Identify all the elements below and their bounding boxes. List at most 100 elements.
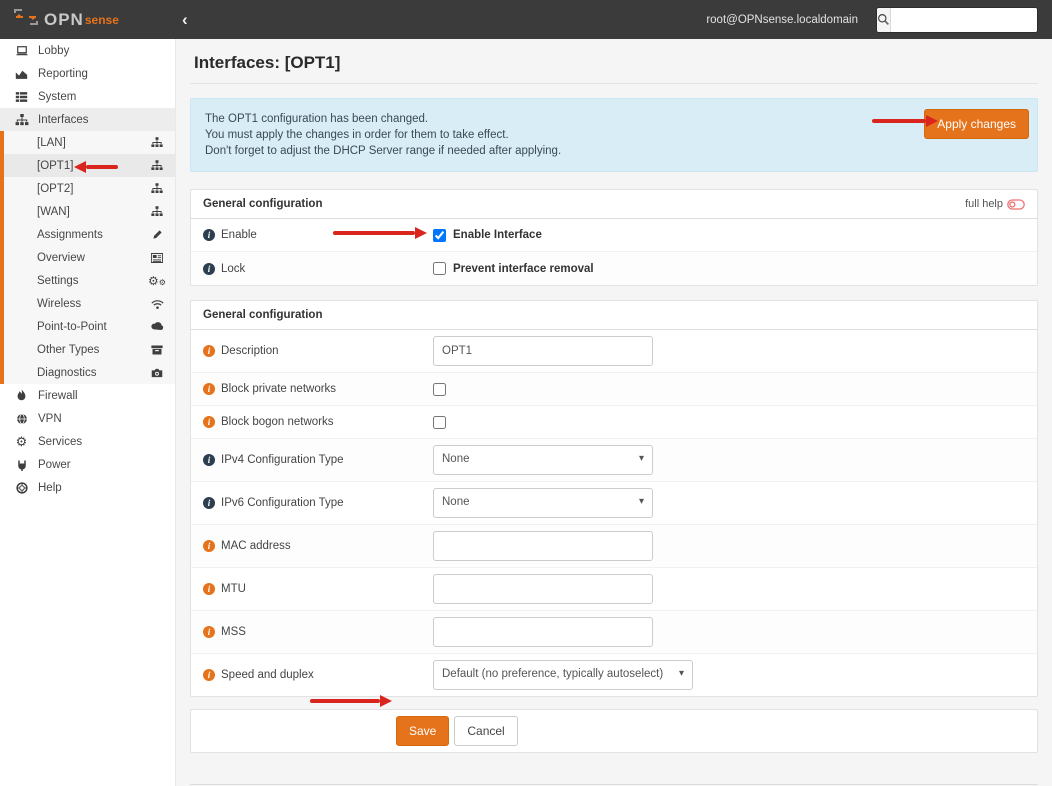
global-search [876, 7, 1038, 33]
globe-icon [14, 413, 29, 425]
info-icon[interactable] [203, 540, 215, 552]
section-title: General configuration [203, 198, 965, 210]
info-icon[interactable] [203, 626, 215, 638]
save-button[interactable]: Save [396, 716, 449, 746]
sidebar-item-vpn[interactable]: VPN [0, 407, 175, 430]
sidebar-item-assignments[interactable]: Assignments [4, 223, 175, 246]
info-icon[interactable] [203, 583, 215, 595]
sub-item-label: [LAN] [37, 137, 150, 149]
prevent-removal-checkbox[interactable] [433, 262, 446, 275]
sub-item-label: Point-to-Point [37, 321, 150, 333]
info-icon[interactable] [203, 345, 215, 357]
laptop-icon [14, 45, 29, 57]
apply-changes-button[interactable]: Apply changes [924, 109, 1029, 139]
mac-address-input[interactable] [433, 531, 653, 561]
field-label: Lock [203, 263, 433, 275]
speed-duplex-select[interactable]: Default (no preference, typically autose… [433, 660, 693, 690]
sidebar-item-power[interactable]: Power [0, 453, 175, 476]
info-icon[interactable] [203, 229, 215, 241]
opnsense-interface-page: { "colors": { "accent_orange": "#e5731c"… [0, 0, 1052, 786]
sidebar-item-lan[interactable]: [LAN] [4, 131, 175, 154]
field-label: Block private networks [203, 383, 433, 395]
sidebar-item-opt2[interactable]: [OPT2] [4, 177, 175, 200]
sub-item-label: [WAN] [37, 206, 150, 218]
sidebar-item-label: Help [38, 482, 62, 494]
mtu-input[interactable] [433, 574, 653, 604]
sidebar-item-interfaces[interactable]: Interfaces [0, 108, 175, 131]
enable-interface-checkbox[interactable] [433, 229, 446, 242]
form-row-block-bogon: Block bogon networks [191, 406, 1037, 439]
checkbox-label: Enable Interface [453, 229, 542, 241]
info-icon[interactable] [203, 669, 215, 681]
sidebar-item-reporting[interactable]: Reporting [0, 62, 175, 85]
opnsense-logo[interactable]: OPNsense [0, 8, 176, 31]
sub-item-label: Settings [37, 275, 150, 287]
sidebar-item-opt1[interactable]: [OPT1] [4, 154, 175, 177]
info-icon[interactable] [203, 454, 215, 466]
form-row-mac: MAC address [191, 525, 1037, 568]
main-content: Interfaces: [OPT1] The OPT1 configuratio… [176, 39, 1052, 786]
general-configuration-section-2: General configuration Description Block … [190, 300, 1038, 697]
sidebar-item-settings[interactable]: Settings ⚙⚙ [4, 269, 175, 292]
form-row-mss: MSS [191, 611, 1037, 654]
ipv4-type-select[interactable]: None [433, 445, 653, 475]
info-icon[interactable] [203, 416, 215, 428]
sidebar-item-system[interactable]: System [0, 85, 175, 108]
form-row-speed-duplex: Speed and duplex Default (no preference,… [191, 654, 1037, 696]
sidebar-item-wireless[interactable]: Wireless [4, 292, 175, 315]
section-title: General configuration [203, 309, 1025, 321]
field-label: Speed and duplex [203, 669, 433, 681]
field-label: MSS [203, 626, 433, 638]
info-icon[interactable] [203, 497, 215, 509]
cogs-icon: ⚙⚙ [150, 275, 164, 287]
config-changed-alert: The OPT1 configuration has been changed.… [190, 98, 1038, 172]
sub-item-label: Wireless [37, 298, 150, 310]
info-icon[interactable] [203, 383, 215, 395]
sidebar-item-help[interactable]: Help [0, 476, 175, 499]
opnsense-logo-icon [14, 8, 38, 31]
block-bogon-checkbox[interactable] [433, 416, 446, 429]
sidebar-collapse-icon[interactable]: ‹ [182, 11, 188, 28]
sidebar-item-label: VPN [38, 413, 62, 425]
camera-icon [150, 368, 164, 378]
logged-in-user[interactable]: root@OPNsense.localdomain [706, 14, 858, 26]
info-icon[interactable] [203, 263, 215, 275]
sidebar-item-overview[interactable]: Overview [4, 246, 175, 269]
sitemap-icon [150, 137, 164, 148]
sidebar-item-services[interactable]: ⚙ Services [0, 430, 175, 453]
sub-item-label: Diagnostics [37, 367, 150, 379]
ipv6-type-select[interactable]: None [433, 488, 653, 518]
search-input[interactable] [891, 8, 1038, 32]
sidebar-item-label: Firewall [38, 390, 78, 402]
sidebar-item-wan[interactable]: [WAN] [4, 200, 175, 223]
form-row-ipv6-type: IPv6 Configuration Type None [191, 482, 1037, 525]
sidebar-item-point-to-point[interactable]: Point-to-Point [4, 315, 175, 338]
sub-item-label: Overview [37, 252, 150, 264]
sidebar-nav: Lobby Reporting System Interfaces [LAN] … [0, 39, 176, 786]
newspaper-icon [150, 253, 164, 263]
section-header: General configuration full help [191, 190, 1037, 219]
sitemap-icon [150, 160, 164, 171]
sidebar-item-label: Reporting [38, 68, 88, 80]
toggle-off-icon [1007, 199, 1025, 210]
archive-icon [150, 345, 164, 355]
form-row-enable: Enable Enable Interface [191, 219, 1037, 252]
fire-icon [14, 389, 29, 402]
sidebar-item-other-types[interactable]: Other Types [4, 338, 175, 361]
description-input[interactable] [433, 336, 653, 366]
general-configuration-section-1: General configuration full help Enable E… [190, 189, 1038, 286]
field-label: MAC address [203, 540, 433, 552]
form-row-description: Description [191, 330, 1037, 373]
brand-text-opn: OPN [44, 10, 84, 30]
search-icon [877, 8, 891, 32]
form-row-ipv4-type: IPv4 Configuration Type None [191, 439, 1037, 482]
block-private-checkbox[interactable] [433, 383, 446, 396]
full-help-toggle[interactable]: full help [965, 198, 1025, 210]
sidebar-item-label: Services [38, 436, 82, 448]
sidebar-item-lobby[interactable]: Lobby [0, 39, 175, 62]
sub-item-label: [OPT1] [37, 160, 150, 172]
sidebar-item-firewall[interactable]: Firewall [0, 384, 175, 407]
cancel-button[interactable]: Cancel [454, 716, 517, 746]
sidebar-item-diagnostics[interactable]: Diagnostics [4, 361, 175, 384]
mss-input[interactable] [433, 617, 653, 647]
